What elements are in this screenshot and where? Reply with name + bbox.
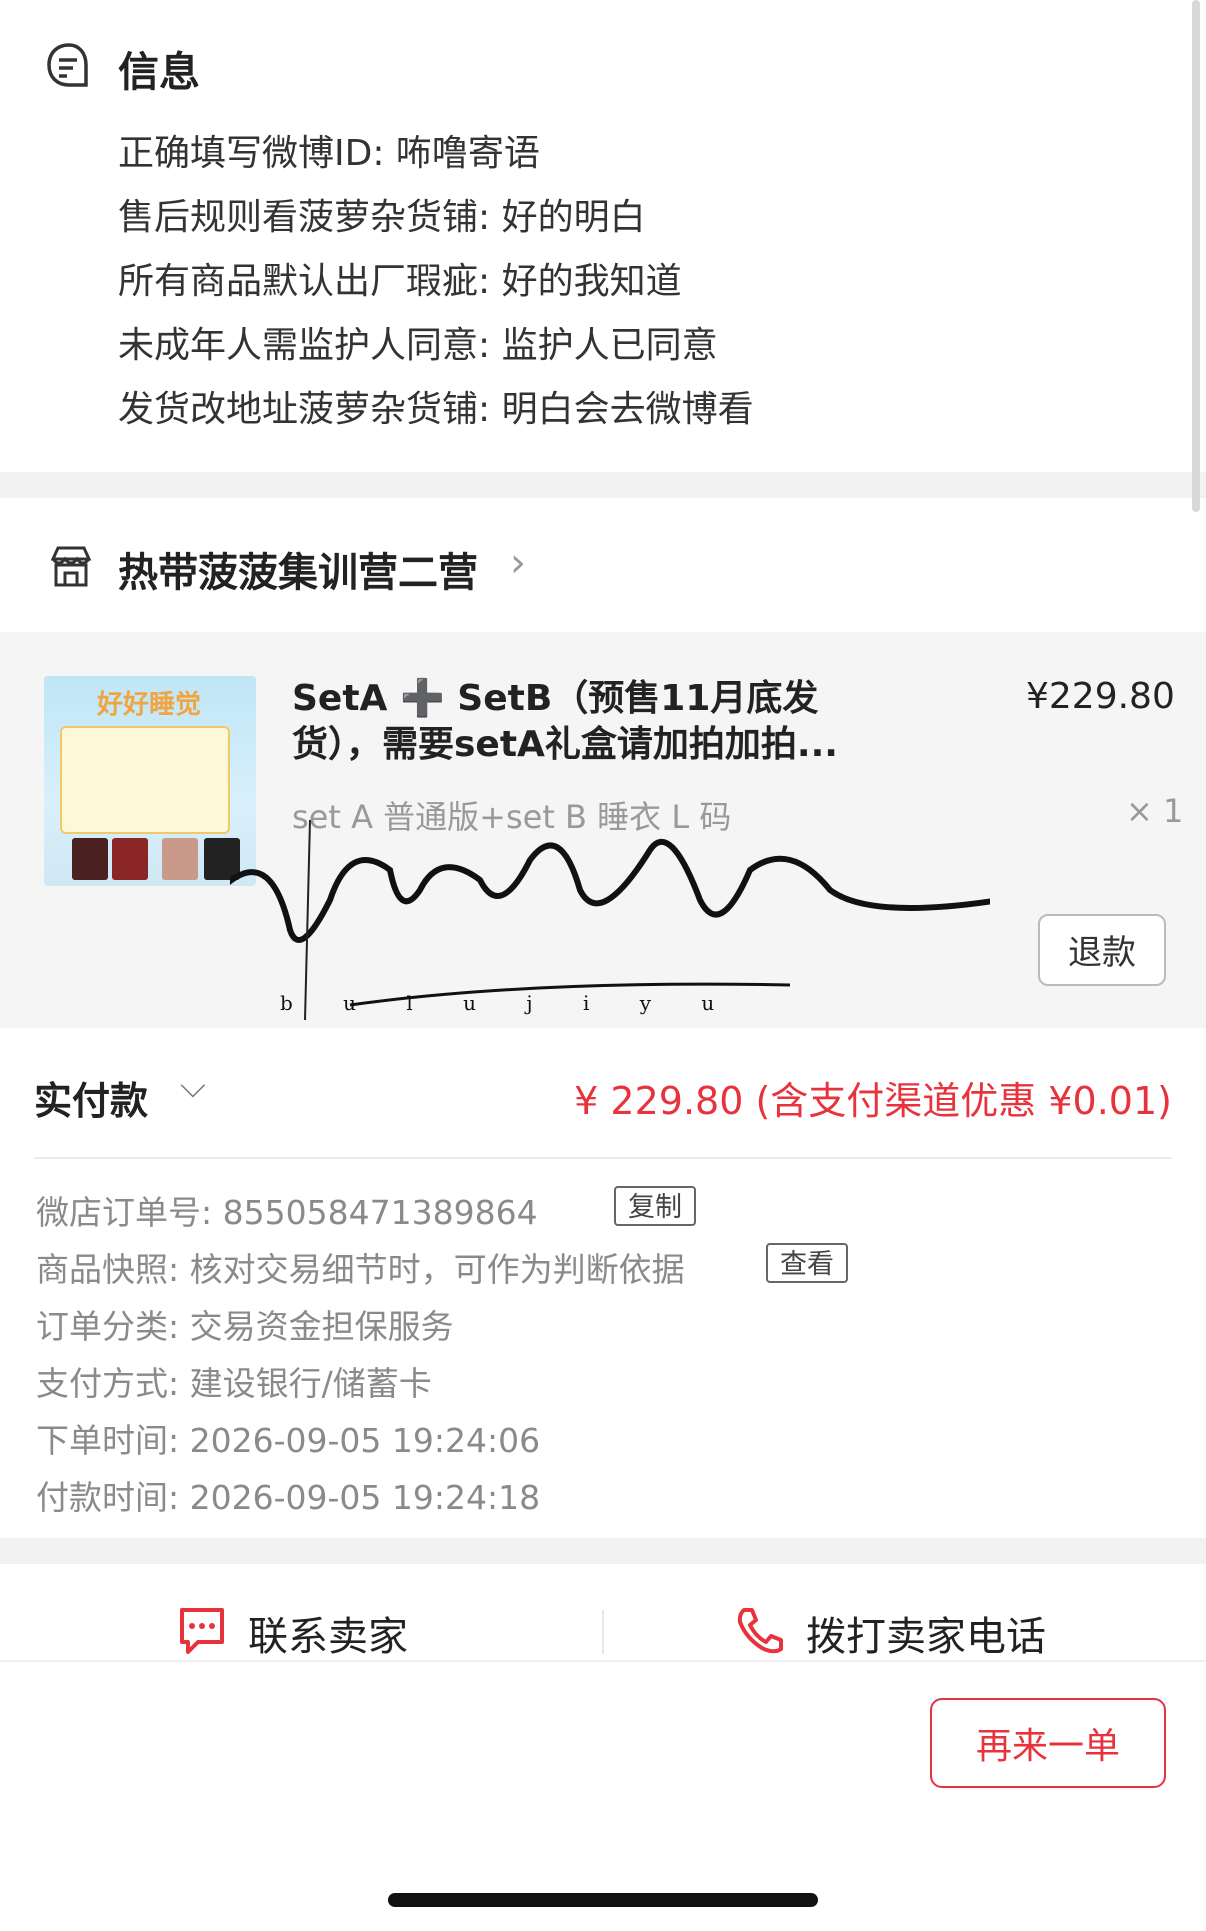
section-separator bbox=[0, 472, 1206, 498]
order-time-label: 下单时间: bbox=[36, 1421, 180, 1460]
chevron-down-icon[interactable]: ⌵ bbox=[180, 1066, 206, 1106]
category-label: 订单分类: bbox=[36, 1307, 180, 1346]
bottom-divider bbox=[0, 1660, 1206, 1662]
product-quantity: × 1 bbox=[1126, 792, 1184, 830]
section-separator bbox=[0, 1538, 1206, 1564]
copy-button[interactable]: 复制 bbox=[614, 1186, 696, 1226]
thumbnail-photo bbox=[162, 838, 198, 880]
scrollbar[interactable] bbox=[1192, 0, 1200, 512]
thumbnail-notice-card bbox=[60, 726, 230, 834]
pay-method-label: 支付方式: bbox=[36, 1364, 180, 1403]
phone-icon[interactable] bbox=[734, 1604, 786, 1658]
store-icon bbox=[50, 546, 92, 587]
payment-label[interactable]: 实付款 bbox=[34, 1070, 148, 1125]
thumbnail-photo bbox=[112, 838, 148, 880]
order-time-value: 2026-09-05 19:24:06 bbox=[189, 1421, 541, 1460]
info-line-address: 发货改地址菠萝杂货铺: 明白会去微博看 bbox=[118, 389, 754, 430]
thumbnail-title: 好好睡觉 bbox=[96, 690, 201, 720]
info-title: 信息 bbox=[118, 48, 200, 96]
home-indicator[interactable] bbox=[388, 1893, 818, 1907]
detail-order-number: 微店订单号: 855058471389864 bbox=[36, 1186, 538, 1234]
info-line-weibo-id: 正确填写微博ID: 咘噜寄语 bbox=[118, 133, 540, 174]
thumbnail-photo bbox=[72, 838, 108, 880]
thumbnail-photo bbox=[204, 838, 240, 880]
reorder-button[interactable]: 再来一单 bbox=[930, 1698, 1166, 1788]
detail-snapshot: 商品快照: 核对交易细节时，可作为判断依据 bbox=[36, 1243, 685, 1291]
pay-time-value: 2026-09-05 19:24:18 bbox=[189, 1478, 541, 1517]
store-name[interactable]: 热带菠菠集训营二营 bbox=[118, 540, 478, 598]
pay-time-label: 付款时间: bbox=[36, 1478, 180, 1517]
call-seller-button[interactable]: 拨打卖家电话 bbox=[806, 1604, 1046, 1662]
chevron-right-icon: › bbox=[510, 540, 526, 586]
detail-order-time: 下单时间: 2026-09-05 19:24:06 bbox=[36, 1414, 540, 1462]
snapshot-label: 商品快照: bbox=[36, 1250, 180, 1289]
product-thumbnail[interactable]: 好好睡觉 bbox=[44, 676, 256, 886]
info-line-aftersale: 售后规则看菠萝杂货铺: 好的明白 bbox=[118, 197, 646, 238]
order-number-value: 855058471389864 bbox=[222, 1193, 538, 1232]
detail-pay-method: 支付方式: 建设银行/储蓄卡 bbox=[36, 1357, 432, 1405]
contact-seller-button[interactable]: 联系卖家 bbox=[248, 1604, 408, 1662]
info-line-guardian: 未成年人需监护人同意: 监护人已同意 bbox=[118, 325, 718, 366]
snapshot-value: 核对交易细节时，可作为判断依据 bbox=[189, 1250, 685, 1289]
info-section: 信息 正确填写微博ID: 咘噜寄语 售后规则看菠萝杂货铺: 好的明白 所有商品默… bbox=[0, 0, 1206, 472]
store-row[interactable]: 热带菠菠集训营二营 › bbox=[0, 498, 1206, 632]
payment-amount: ¥ 229.80 (含支付渠道优惠 ¥0.01) bbox=[574, 1079, 1172, 1123]
message-icon bbox=[47, 43, 88, 87]
pay-method-value: 建设银行/储蓄卡 bbox=[189, 1364, 432, 1403]
divider bbox=[34, 1157, 1172, 1159]
product-price: ¥229.80 bbox=[1026, 676, 1175, 717]
product-variant: set A 普通版+set B 睡衣 L 码 bbox=[292, 798, 732, 836]
info-line-defect: 所有商品默认出厂瑕疵: 好的我知道 bbox=[118, 261, 682, 302]
detail-pay-time: 付款时间: 2026-09-05 19:24:18 bbox=[36, 1471, 540, 1519]
order-number-label: 微店订单号: bbox=[36, 1193, 213, 1232]
product-title[interactable]: SetA ➕ SetB（预售11月底发货），需要setA礼盒请加拍加拍... bbox=[292, 676, 892, 768]
detail-category: 订单分类: 交易资金担保服务 bbox=[36, 1300, 454, 1348]
view-snapshot-button[interactable]: 查看 bbox=[766, 1243, 848, 1283]
category-value: 交易资金担保服务 bbox=[189, 1307, 454, 1346]
action-separator bbox=[602, 1610, 604, 1654]
chat-icon[interactable] bbox=[176, 1604, 228, 1658]
refund-button[interactable]: 退款 bbox=[1038, 914, 1166, 986]
